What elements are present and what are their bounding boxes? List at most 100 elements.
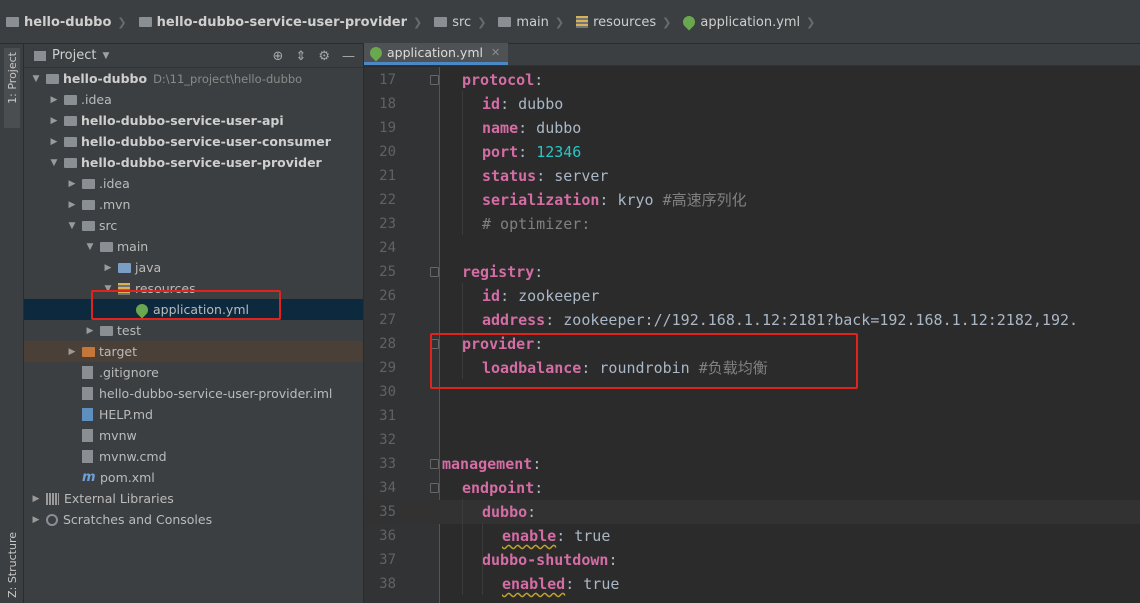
breadcrumb-item[interactable]: main ❯: [492, 10, 570, 34]
expanded-arrow-icon[interactable]: ▼: [30, 74, 42, 84]
code-line: 26 id: zookeeper: [364, 284, 1140, 308]
indent-guide: [482, 523, 483, 595]
tree-node[interactable]: ▶ hello-dubbo-service-user-consumer: [24, 131, 363, 152]
tree-node[interactable]: mvnw: [24, 425, 363, 446]
yaml-key: enabled: [502, 575, 566, 593]
code-view[interactable]: 17 protocol: 18 id: dubbo 19 name: dubbo 20 por…: [364, 67, 1140, 603]
tree-node[interactable]: ▶ Scratches and Consoles: [24, 509, 363, 530]
tree-node[interactable]: ▶ java: [24, 257, 363, 278]
tree-node[interactable]: hello-dubbo-service-user-provider.iml: [24, 383, 363, 404]
expanded-arrow-icon[interactable]: ▼: [84, 242, 96, 252]
folder-icon: [6, 17, 19, 27]
code-line: 34 endpoint:: [364, 476, 1140, 500]
tree-node[interactable]: ▼ hello-dubbo D:\11_project\hello-dubbo: [24, 68, 363, 89]
tree-node[interactable]: m pom.xml: [24, 467, 363, 488]
code-comment: # optimizer:: [482, 215, 591, 233]
collapsed-arrow-icon[interactable]: ▶: [102, 263, 114, 273]
gear-icon[interactable]: ⚙: [318, 49, 330, 64]
collapsed-arrow-icon[interactable]: ▶: [48, 95, 60, 105]
breadcrumb-item[interactable]: resources ❯: [570, 10, 677, 34]
yaml-value: :: [534, 335, 544, 353]
tree-node[interactable]: ▼ main: [24, 236, 363, 257]
tree-node[interactable]: ▶ .idea: [24, 89, 363, 110]
chevron-right-icon: ❯: [117, 15, 127, 29]
breadcrumb-item[interactable]: application.yml ❯: [677, 10, 821, 34]
fold-marker-icon[interactable]: [430, 267, 439, 277]
tree-node[interactable]: ▶ hello-dubbo-service-user-api: [24, 110, 363, 131]
tree-node[interactable]: ▶ External Libraries: [24, 488, 363, 509]
collapsed-arrow-icon[interactable]: ▶: [66, 179, 78, 189]
locate-icon[interactable]: ⊕: [273, 49, 284, 64]
expanded-arrow-icon[interactable]: ▼: [48, 158, 60, 168]
line-number: 34: [379, 480, 396, 496]
tree-node[interactable]: HELP.md: [24, 404, 363, 425]
yaml-key: management: [442, 455, 533, 473]
tree-node[interactable]: ▶ target: [24, 341, 363, 362]
collapsed-arrow-icon[interactable]: ▶: [66, 200, 78, 210]
line-number: 28: [379, 336, 396, 352]
structure-tool-label[interactable]: Z: Structure: [6, 532, 19, 598]
expanded-arrow-icon[interactable]: ▼: [102, 284, 114, 294]
tree-node[interactable]: ▶ .mvn: [24, 194, 363, 215]
chevron-down-icon[interactable]: ▼: [102, 51, 109, 61]
tree-node-label: hello-dubbo-service-user-provider: [81, 155, 322, 170]
tree-node[interactable]: .gitignore: [24, 362, 363, 383]
spring-leaf-icon: [133, 301, 151, 318]
indent-guide: [462, 91, 463, 235]
folder-icon: [138, 17, 152, 27]
collapsed-arrow-icon[interactable]: ▶: [48, 116, 60, 126]
minimize-icon[interactable]: —: [342, 49, 355, 64]
breadcrumb-item[interactable]: hello-dubbo-service-user-provider ❯: [133, 10, 429, 34]
source-folder-icon: [118, 262, 131, 273]
fold-marker-icon[interactable]: [430, 483, 439, 493]
indent-guide: [462, 283, 463, 379]
code-line: 35 dubbo:: [364, 500, 1140, 524]
yaml-key: name: [482, 119, 519, 137]
tree-node[interactable]: ▼ hello-dubbo-service-user-provider: [24, 152, 363, 173]
resources-folder-icon: [118, 282, 130, 295]
navigation-bar: hello-dubbo ❯ hello-dubbo-service-user-pro…: [0, 0, 1140, 44]
breadcrumb-label: hello-dubbo-service-user-provider: [156, 14, 407, 30]
tree-node[interactable]: ▼ resources: [24, 278, 363, 299]
library-icon: [46, 492, 59, 505]
tree-node-label: hello-dubbo: [63, 71, 148, 86]
collapse-all-icon[interactable]: ⇕: [295, 49, 306, 64]
collapsed-arrow-icon[interactable]: ▶: [84, 326, 96, 336]
line-number: 27: [379, 312, 396, 328]
line-number: 22: [379, 192, 396, 208]
tree-node[interactable]: mvnw.cmd: [24, 446, 363, 467]
code-line: 33 management:: [364, 452, 1140, 476]
collapsed-arrow-icon[interactable]: ▶: [66, 347, 78, 357]
collapsed-arrow-icon[interactable]: ▶: [30, 494, 42, 504]
yaml-value: 12346: [536, 143, 582, 161]
expanded-arrow-icon[interactable]: ▼: [66, 221, 78, 231]
tab-application-yml[interactable]: application.yml ✕: [364, 43, 509, 65]
collapsed-arrow-icon[interactable]: ▶: [48, 137, 60, 147]
fold-marker-icon[interactable]: [430, 75, 439, 85]
close-icon[interactable]: ✕: [491, 46, 500, 59]
resources-folder-icon: [576, 16, 589, 28]
project-view-selector[interactable]: Project: [52, 48, 96, 63]
tree-node[interactable]: ▼ src: [24, 215, 363, 236]
tree-node[interactable]: application.yml: [24, 299, 363, 320]
breadcrumb-item[interactable]: hello-dubbo ❯: [0, 10, 133, 34]
code-line: 30: [364, 380, 1140, 404]
yaml-key: id: [482, 287, 501, 305]
yaml-key: endpoint: [462, 479, 535, 497]
chevron-right-icon: ❯: [477, 15, 487, 29]
tree-node-label: main: [117, 239, 149, 254]
folder-icon: [82, 220, 95, 231]
fold-marker-icon[interactable]: [430, 339, 439, 349]
tree-node-label: mvnw: [99, 428, 137, 443]
yaml-value: :: [532, 455, 542, 473]
line-number: 19: [379, 120, 396, 136]
project-icon: [34, 50, 46, 61]
breadcrumb-item[interactable]: src ❯: [428, 10, 492, 34]
line-number: 26: [379, 288, 396, 304]
tree-node[interactable]: ▶ test: [24, 320, 363, 341]
project-tool-label[interactable]: 1: Project: [6, 52, 19, 104]
collapsed-arrow-icon[interactable]: ▶: [30, 515, 42, 525]
fold-marker-icon[interactable]: [430, 459, 439, 469]
tree-node[interactable]: ▶ .idea: [24, 173, 363, 194]
line-number: 20: [379, 144, 396, 160]
